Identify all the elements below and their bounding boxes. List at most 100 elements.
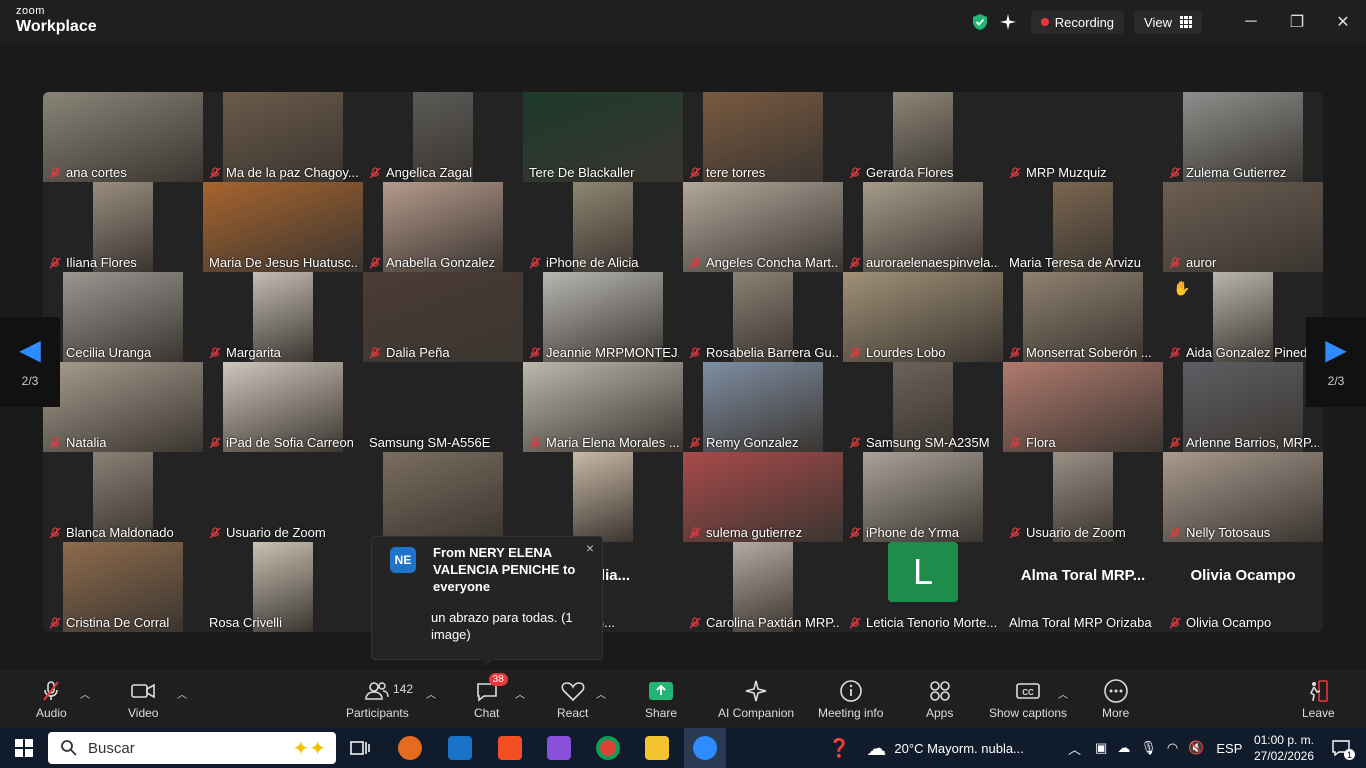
participant-tile[interactable]: Arlenne Barrios, MRP... (1163, 362, 1323, 452)
participant-tile[interactable]: Maria Elena Morales ... (523, 362, 683, 452)
video-options-caret-icon[interactable]: ︿ (177, 686, 187, 701)
participant-tile[interactable]: Carolina Paxtián MRP... (683, 542, 843, 632)
taskbar-zoom[interactable] (684, 728, 726, 768)
participant-tile[interactable]: Alma Toral MRP... Alma Toral MRP Orizaba (1003, 542, 1163, 632)
participant-tile[interactable]: Rosabelia Barrera Gu... (683, 272, 843, 362)
video-button[interactable]: Video (128, 678, 158, 720)
participant-tile[interactable]: auror (1163, 182, 1323, 272)
volume-muted-icon[interactable]: 🔇 (1188, 740, 1204, 756)
taskbar-explorer[interactable] (643, 728, 671, 768)
taskbar-clock[interactable]: 01:00 p. m. 27/02/2026 (1254, 732, 1314, 764)
participant-tile[interactable]: Flora (1003, 362, 1163, 452)
close-window-button[interactable]: ✕ (1320, 0, 1366, 44)
participant-name: Angelica Zagal (386, 165, 472, 180)
participant-tile[interactable] (523, 452, 683, 542)
participant-tile[interactable]: sulema gutierrez (683, 452, 843, 542)
taskbar-copilot[interactable] (545, 728, 573, 768)
meeting-info-button[interactable]: Meeting info (818, 678, 883, 720)
audio-button[interactable]: Audio (36, 678, 67, 720)
participant-tile[interactable]: Angeles Concha Mart... (683, 182, 843, 272)
participant-tile[interactable]: Angelica Zagal (363, 92, 523, 182)
audio-options-caret-icon[interactable]: ︿ (80, 686, 90, 701)
recording-indicator[interactable]: Recording (1030, 10, 1125, 34)
participant-tile[interactable]: Cecilia Uranga (43, 272, 203, 362)
windows-logo-icon (15, 739, 33, 757)
participant-tile[interactable]: Iliana Flores (43, 182, 203, 272)
leave-button[interactable]: Leave (1302, 678, 1335, 720)
prev-page-button[interactable]: ◀ 2/3 (0, 317, 60, 407)
participant-tile[interactable]: ✋ Aida Gonzalez Pined (1163, 272, 1323, 362)
restore-button[interactable]: ❐ (1274, 0, 1320, 44)
participant-tile[interactable]: Maria De Jesus Huatusc... (203, 182, 363, 272)
participant-tile[interactable]: Nelly Totosaus (1163, 452, 1323, 542)
taskbar-store[interactable] (496, 728, 524, 768)
participant-tile[interactable]: Samsung SM-A235M (843, 362, 1003, 452)
microphone-tray-icon[interactable]: 🎙 (1140, 740, 1157, 756)
system-tray[interactable]: ︿ ▣ ☁ 🎙 ◠ 🔇 ESP (1068, 728, 1242, 768)
wifi-icon[interactable]: ◠ (1167, 740, 1178, 756)
chat-button[interactable]: 38 Chat (474, 673, 508, 720)
participant-tile[interactable]: ana cortes (43, 92, 203, 182)
participant-tile[interactable]: Rosa Crivelli (203, 542, 363, 632)
taskbar-firefox[interactable] (396, 728, 424, 768)
participant-tile[interactable]: Blanca Maldonado (43, 452, 203, 542)
view-button[interactable]: View (1134, 10, 1202, 34)
participant-tile[interactable]: iPhone de Yrma (843, 452, 1003, 542)
ai-sparkle-icon[interactable] (999, 13, 1017, 31)
meet-now-icon[interactable]: ▣ (1095, 740, 1107, 756)
participant-tile[interactable]: Ma de la paz Chagoy... (203, 92, 363, 182)
participant-tile[interactable]: Natalia (43, 362, 203, 452)
next-page-button[interactable]: ▶ 2/3 (1306, 317, 1366, 407)
ai-companion-button[interactable]: AI Companion (718, 678, 794, 720)
minimize-button[interactable]: ─ (1228, 0, 1274, 44)
weather-widget[interactable]: ❓ ☁ 20°C Mayorm. nubla... (828, 728, 1024, 768)
show-captions-button[interactable]: CC Show captions (989, 678, 1067, 720)
chat-sender: From NERY ELENA VALENCIA PENICHE to ever… (433, 545, 576, 594)
captions-options-caret-icon[interactable]: ︿ (1058, 686, 1068, 701)
participant-tile[interactable]: tere torres (683, 92, 843, 182)
participant-tile[interactable] (363, 452, 523, 542)
participant-tile[interactable]: L Leticia Tenorio Morte... (843, 542, 1003, 632)
participant-tile[interactable]: Olivia Ocampo Olivia Ocampo (1163, 542, 1323, 632)
store-icon (498, 736, 522, 760)
onedrive-icon[interactable]: ☁ (1117, 740, 1130, 756)
participant-tile[interactable]: Tere De Blackaller (523, 92, 683, 182)
react-options-caret-icon[interactable]: ︿ (596, 686, 606, 701)
taskbar-chrome[interactable] (594, 728, 622, 768)
chat-options-caret-icon[interactable]: ︿ (515, 686, 525, 701)
react-button[interactable]: React (557, 678, 588, 720)
participant-tile[interactable]: Monserrat Soberón ... (1003, 272, 1163, 362)
notification-center-button[interactable]: 1 (1326, 728, 1356, 768)
participant-tile[interactable]: Dalia Peña (363, 272, 523, 362)
participant-tile[interactable]: Remy Gonzalez (683, 362, 843, 452)
show-hidden-icons-icon[interactable]: ︿ (1068, 739, 1081, 758)
security-shield-icon[interactable] (971, 13, 989, 31)
language-indicator[interactable]: ESP (1216, 741, 1242, 756)
participant-tile[interactable]: Anabella Gonzalez (363, 182, 523, 272)
taskbar-search-input[interactable]: Buscar ✦✦ (48, 732, 336, 764)
participant-tile[interactable]: Cristina De Corral (43, 542, 203, 632)
participants-options-caret-icon[interactable]: ︿ (426, 686, 436, 701)
participant-tile[interactable]: Lourdes Lobo (843, 272, 1003, 362)
participant-tile[interactable]: MRP Muzquiz (1003, 92, 1163, 182)
more-button[interactable]: More (1102, 678, 1129, 720)
apps-button[interactable]: Apps (926, 678, 953, 720)
participant-tile[interactable]: iPad de Sofia Carreon (203, 362, 363, 452)
apps-label: Apps (926, 706, 954, 720)
participant-tile[interactable]: Jeannie MRPMONTEJ... (523, 272, 683, 362)
participant-tile[interactable]: Maria Teresa de Arvizu (1003, 182, 1163, 272)
start-button[interactable] (8, 728, 40, 768)
participant-tile[interactable]: Margarita (203, 272, 363, 362)
close-notification-button[interactable]: × (586, 540, 594, 556)
participant-tile[interactable]: auroraelenaespinvela... (843, 182, 1003, 272)
share-button[interactable]: Share (645, 678, 677, 720)
participant-tile[interactable]: Zulema Gutierrez (1163, 92, 1323, 182)
taskbar-outlook[interactable] (446, 728, 474, 768)
task-view-button[interactable] (346, 728, 374, 768)
participant-tile[interactable]: iPhone de Alicia (523, 182, 683, 272)
participant-tile[interactable]: Gerarda Flores (843, 92, 1003, 182)
participant-tile[interactable]: Samsung SM-A556E (363, 362, 523, 452)
chat-notification[interactable]: NE From NERY ELENA VALENCIA PENICHE to e… (371, 536, 603, 666)
participant-tile[interactable]: Usuario de Zoom (1003, 452, 1163, 542)
participant-tile[interactable]: Usuario de Zoom (203, 452, 363, 542)
